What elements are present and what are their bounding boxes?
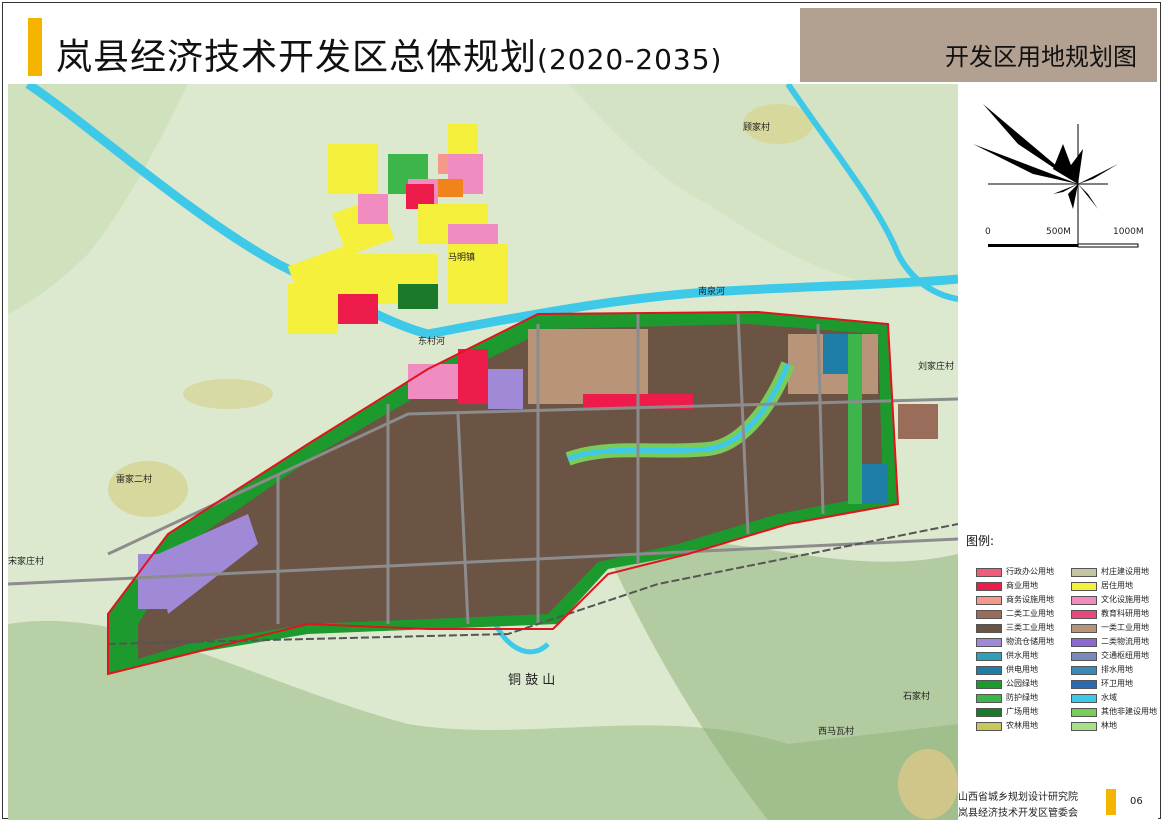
- title-years: (2020-2035): [537, 43, 723, 76]
- industrial-class1-parcel: [528, 329, 648, 404]
- legend-swatch: [1071, 568, 1097, 577]
- power-parcel-south: [858, 464, 888, 504]
- legend-label: 环卫用地: [1101, 679, 1133, 688]
- place-label: 宋家庄村: [8, 557, 45, 567]
- legend-label: 二类物流用地: [1101, 637, 1149, 646]
- footer-org-2: 岚县经济技术开发区管委会: [958, 808, 1078, 819]
- scale-bar: [988, 244, 1078, 247]
- legend-label: 林地: [1101, 721, 1117, 730]
- legend-label: 排水用地: [1101, 665, 1133, 674]
- legend-swatch: [1071, 708, 1097, 717]
- map-area[interactable]: 顾家村 马明镇 南泉河 东村河 雷家二村 宋家庄村 刘家庄村 铜 鼓 山 石家村…: [8, 84, 958, 820]
- legend-label: 居住用地: [1101, 581, 1133, 590]
- legend-swatch: [976, 638, 1002, 647]
- place-label: 刘家庄村: [918, 362, 955, 372]
- legend-label: 广场用地: [1006, 707, 1038, 716]
- legend-swatch: [976, 610, 1002, 619]
- village-southeast: [898, 749, 958, 819]
- legend-label: 一类工业用地: [1101, 623, 1149, 632]
- legend-swatch: [976, 708, 1002, 717]
- page-number: 06: [1130, 796, 1143, 807]
- legend-swatch: [1071, 596, 1097, 605]
- title-accent-bar: [28, 18, 42, 76]
- scale-label-1000: 1000M: [1113, 227, 1144, 237]
- legend-label: 商务设施用地: [1006, 595, 1054, 604]
- legend-swatch: [976, 722, 1002, 731]
- legend-label: 村庄建设用地: [1101, 567, 1149, 576]
- legend-label: 其他非建设用地: [1101, 707, 1157, 716]
- legend-label: 公园绿地: [1006, 679, 1038, 688]
- place-label: 顾家村: [743, 123, 771, 133]
- legend-label: 三类工业用地: [1006, 623, 1054, 632]
- title-text: 岚县经济技术开发区总体规划: [56, 37, 538, 78]
- footer-accent-bar: [1106, 789, 1116, 815]
- legend-panel: 0 500M 1000M 图例: 行政办公用地 商业用地商务设施用地 二类工业用地三…: [958, 84, 1158, 820]
- legend-label: 防护绿地: [1006, 693, 1038, 702]
- legend-swatch: [976, 694, 1002, 703]
- mountain-label: 铜 鼓 山: [508, 673, 556, 688]
- legend-swatch: [1071, 666, 1097, 675]
- legend-label: 水域: [1101, 693, 1117, 702]
- legend-swatch: [976, 596, 1002, 605]
- footer-org-1: 山西省城乡规划设计研究院: [958, 792, 1078, 803]
- legend-label: 文化设施用地: [1101, 595, 1149, 604]
- green-strip-east: [848, 334, 862, 504]
- legend-label: 供电用地: [1006, 665, 1038, 674]
- legend-swatch: [1071, 652, 1097, 661]
- legend-swatch: [1071, 638, 1097, 647]
- legend-swatch: [1071, 694, 1097, 703]
- legend-swatch: [1071, 680, 1097, 689]
- legend-swatch: [976, 652, 1002, 661]
- place-label: 东村河: [418, 337, 446, 347]
- commercial-parcel: [458, 349, 488, 404]
- legend-label: 二类工业用地: [1006, 609, 1054, 618]
- legend-swatch: [976, 582, 1002, 591]
- legend-label: 交通枢纽用地: [1101, 651, 1149, 660]
- map-subtitle: 开发区用地规划图: [945, 43, 1137, 71]
- page-title: 岚县经济技术开发区总体规划(2020-2035): [56, 28, 722, 80]
- legend-label: 农林用地: [1006, 721, 1038, 730]
- place-label: 南泉河: [698, 287, 726, 297]
- legend-swatch: [1071, 624, 1097, 633]
- place-label: 西马瓦村: [818, 727, 855, 737]
- legend-title: 图例:: [966, 534, 995, 548]
- culture-parcel: [408, 364, 458, 399]
- village-west: [108, 461, 188, 517]
- legend-swatch: [1071, 610, 1097, 619]
- legend-swatch: [1071, 582, 1097, 591]
- legend-swatch: [1071, 722, 1097, 731]
- legend-swatch: [976, 624, 1002, 633]
- legend-label: 教育科研用地: [1101, 609, 1149, 618]
- scale-label-500: 500M: [1046, 227, 1071, 237]
- place-label: 石家村: [903, 692, 931, 702]
- legend-swatch: [976, 680, 1002, 689]
- village-mid: [183, 379, 273, 409]
- place-label: 雷家二村: [116, 475, 153, 485]
- legend-label: 商业用地: [1006, 581, 1038, 590]
- legend-label: 物流仓储用地: [1006, 637, 1054, 646]
- legend-swatch: [976, 568, 1002, 577]
- legend-label: 行政办公用地: [1006, 567, 1054, 576]
- logistics-parcel-north: [488, 369, 523, 409]
- place-label: 马明镇: [448, 253, 476, 263]
- legend-label: 供水用地: [1006, 651, 1038, 660]
- legend-swatch: [976, 666, 1002, 675]
- subtitle-box: 开发区用地规划图: [800, 8, 1157, 82]
- logistics-parcel-sw: [138, 554, 173, 609]
- land-use-map: [8, 84, 958, 820]
- title-bar: 岚县经济技术开发区总体规划(2020-2035): [10, 8, 798, 82]
- scale-label-0: 0: [985, 227, 991, 237]
- village-east-parcel: [898, 404, 938, 439]
